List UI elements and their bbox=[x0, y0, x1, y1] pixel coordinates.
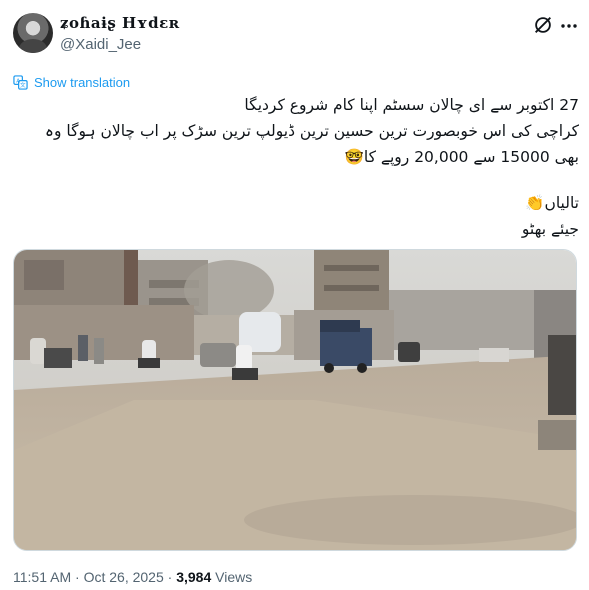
show-translation-link[interactable]: A 文 Show translation bbox=[13, 74, 130, 90]
views-count: 3,984 bbox=[176, 569, 212, 585]
user-handle[interactable]: @Xaidi_Jee bbox=[60, 36, 141, 53]
street-scene-photo bbox=[14, 250, 576, 550]
tweet-text: 27 اکتوبر سے ای چالان سسٹم اپنا کام شروع… bbox=[13, 92, 579, 242]
show-translation-label: Show translation bbox=[34, 74, 131, 90]
translate-icon: A 文 bbox=[13, 74, 28, 90]
tweet-meta: 11:51 AM · Oct 26, 2025 · 3,984 Views bbox=[13, 569, 252, 585]
tweet-line: 27 اکتوبر سے ای چالان سسٹم اپنا کام شروع… bbox=[244, 96, 579, 114]
svg-text:文: 文 bbox=[20, 81, 26, 89]
tweet-line: جیئے بھٹو bbox=[521, 220, 579, 238]
meta-separator: · bbox=[163, 569, 177, 585]
views-label: Views bbox=[211, 569, 253, 585]
grok-icon[interactable] bbox=[532, 14, 554, 36]
tweet-date[interactable]: Oct 26, 2025 bbox=[84, 569, 164, 585]
tweet-time[interactable]: 11:51 AM bbox=[13, 569, 71, 585]
tweet-line: تالیاں👏 bbox=[525, 194, 579, 212]
display-name[interactable]: ʑoɦaɨʂ Hʏdɛʀ bbox=[60, 14, 180, 32]
user-avatar[interactable] bbox=[13, 13, 53, 53]
tweet-line: بھی 15000 سے 20,000 روپے کا🤓 bbox=[344, 148, 579, 166]
tweet-line: کراچی کی اس خوبصورت ترین حسین ترین ڈیولپ… bbox=[44, 122, 579, 140]
meta-separator: · bbox=[71, 569, 84, 585]
more-icon[interactable] bbox=[560, 17, 578, 35]
tweet-photo[interactable] bbox=[13, 249, 577, 551]
